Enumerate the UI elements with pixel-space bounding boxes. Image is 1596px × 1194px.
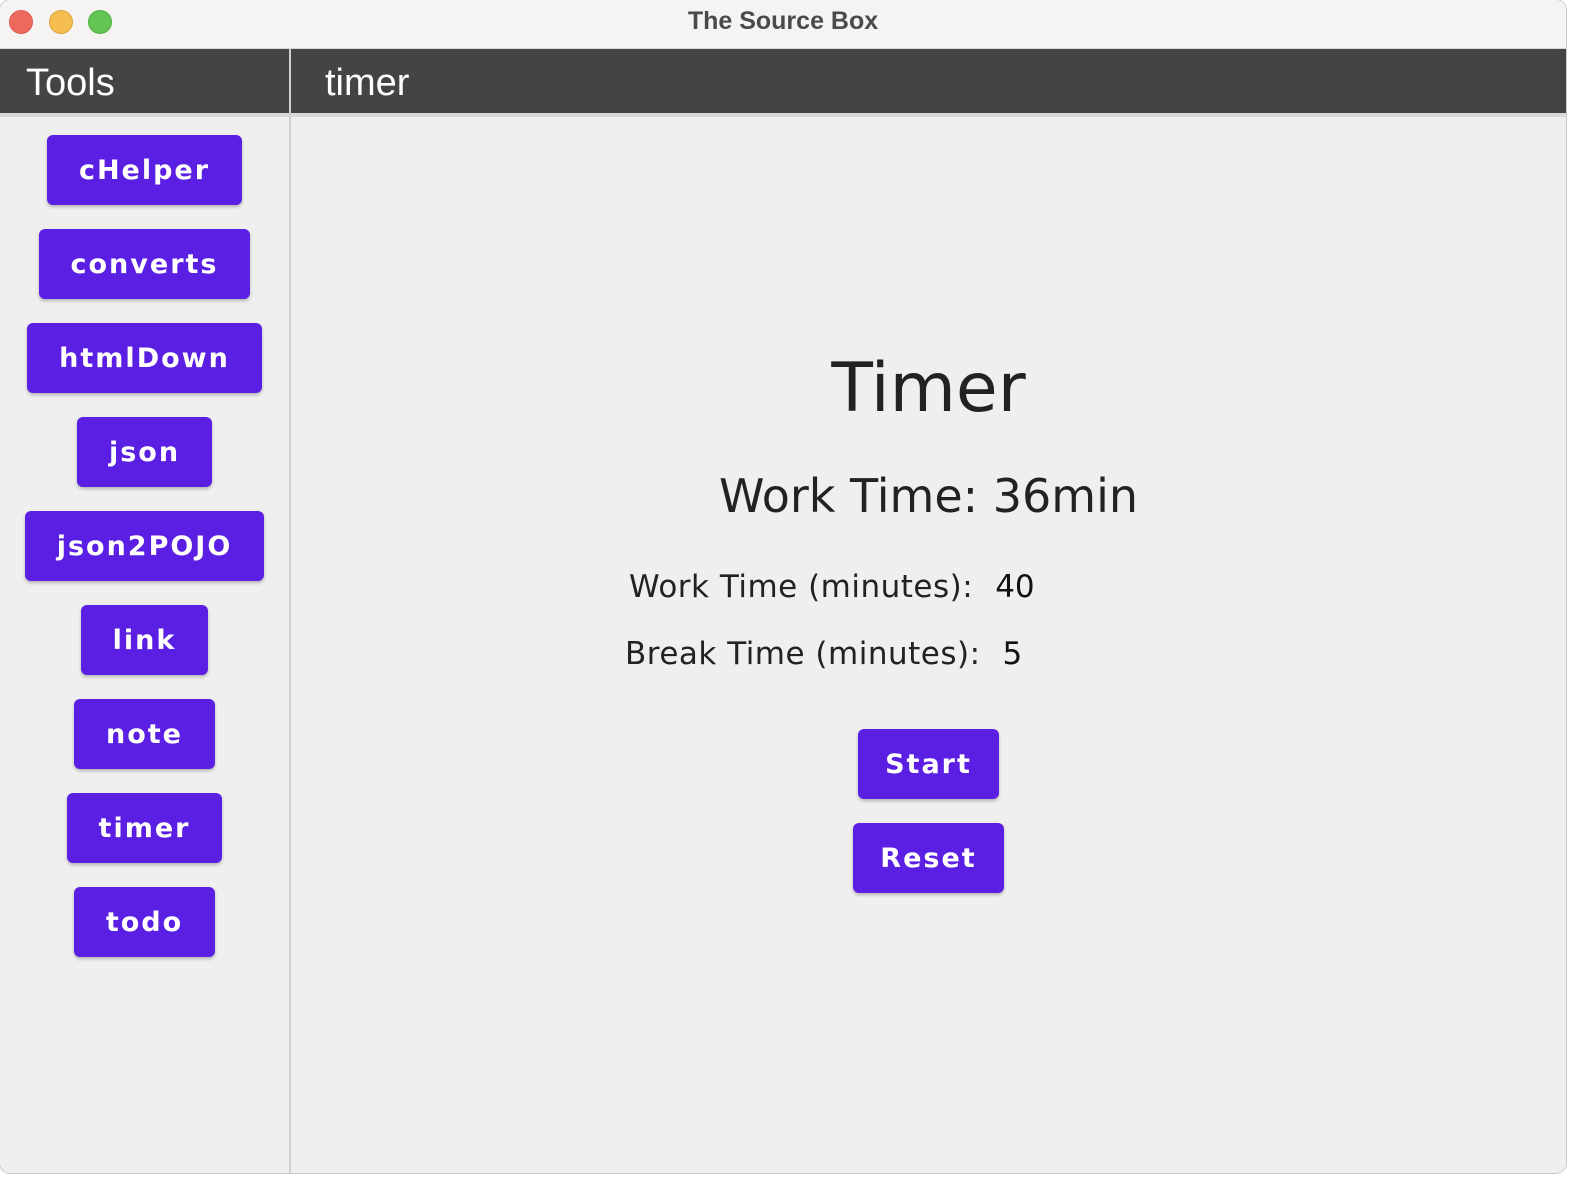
page-header: timer — [291, 49, 1566, 117]
break-time-label: Break Time (minutes): — [625, 636, 981, 672]
start-button[interactable]: Start — [858, 729, 999, 799]
tool-button-link[interactable]: link — [80, 605, 209, 675]
window-title: The Source Box — [687, 7, 879, 35]
main-panel: timer Timer Work Time: 36min Work Time (… — [291, 49, 1566, 1173]
tool-button-converts[interactable]: converts — [38, 229, 251, 299]
sidebar-header: Tools — [0, 49, 289, 117]
app-window: The Source Box Tools cHelper converts ht… — [0, 0, 1566, 1173]
tool-button-json[interactable]: json — [76, 417, 213, 487]
title-bar: The Source Box — [0, 0, 1566, 49]
tool-button-todo[interactable]: todo — [73, 887, 216, 957]
timer-status: Work Time: 36min — [718, 469, 1139, 523]
break-time-row: Break Time (minutes): — [625, 636, 1083, 672]
work-time-row: Work Time (minutes): — [629, 569, 1076, 605]
tool-list: cHelper converts htmlDown json json2POJO… — [0, 117, 289, 981]
tool-button-chelper[interactable]: cHelper — [46, 135, 243, 205]
tool-button-note[interactable]: note — [74, 699, 215, 769]
tool-button-htmldown[interactable]: htmlDown — [27, 323, 262, 393]
work-time-label: Work Time (minutes): — [629, 569, 974, 605]
break-time-input[interactable] — [1002, 636, 1083, 672]
work-time-input[interactable] — [995, 569, 1076, 605]
tool-button-json2pojo[interactable]: json2POJO — [24, 511, 265, 581]
reset-button[interactable]: Reset — [853, 823, 1004, 893]
tool-button-timer[interactable]: timer — [66, 793, 223, 863]
tools-sidebar: Tools cHelper converts htmlDown json jso… — [0, 49, 291, 1173]
timer-title: Timer — [831, 349, 1026, 428]
